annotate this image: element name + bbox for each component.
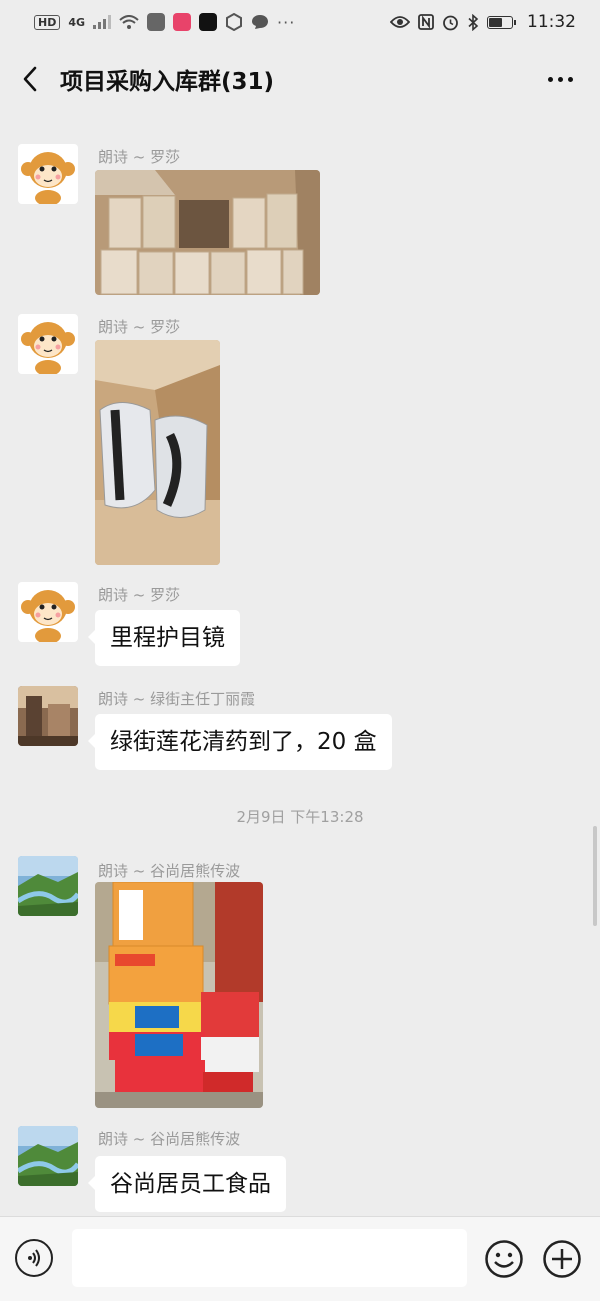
sender-name: 朗诗 ~ 罗莎 bbox=[98, 148, 181, 166]
sender-name: 朗诗 ~ 绿街主任丁丽霞 bbox=[98, 690, 256, 708]
status-bar: HD 4G ··· 11:32 bbox=[0, 0, 600, 44]
scrollbar[interactable] bbox=[593, 826, 597, 926]
time-divider: 2月9日 下午13:28 bbox=[236, 808, 364, 826]
message-bubble[interactable]: 绿街莲花清药到了，20 盒 bbox=[88, 714, 392, 770]
wifi-icon bbox=[119, 14, 139, 29]
landscape-avatar-image bbox=[18, 1126, 78, 1186]
more-options-button[interactable] bbox=[540, 68, 580, 90]
alarm-icon bbox=[443, 15, 458, 30]
signal-icon bbox=[93, 15, 112, 29]
monkey-avatar[interactable] bbox=[18, 582, 78, 642]
food-boxes-photo[interactable] bbox=[95, 882, 263, 1108]
room-photo-avatar[interactable] bbox=[18, 686, 78, 746]
status-left-icons: HD 4G ··· bbox=[34, 13, 295, 32]
battery-level bbox=[489, 17, 503, 27]
message-bubble[interactable]: 谷尚居员工食品 bbox=[88, 1156, 286, 1212]
hexagon-app-icon bbox=[226, 13, 243, 31]
landscape-avatar[interactable] bbox=[18, 1126, 78, 1186]
hd-badge: HD bbox=[34, 14, 61, 30]
app-notification-icon bbox=[147, 13, 166, 31]
monkey-avatar[interactable] bbox=[18, 144, 78, 204]
cartons-image bbox=[95, 170, 320, 295]
sender-name: 朗诗 ~ 罗莎 bbox=[98, 586, 181, 604]
back-button[interactable] bbox=[0, 50, 60, 108]
sender-name: 朗诗 ~ 谷尚居熊传波 bbox=[98, 862, 241, 880]
emoji-button[interactable] bbox=[484, 1239, 524, 1279]
goggles-image bbox=[95, 340, 220, 565]
sender-name: 朗诗 ~ 谷尚居熊传波 bbox=[98, 1130, 241, 1148]
more-dot-icon bbox=[547, 76, 553, 82]
eye-icon bbox=[390, 16, 410, 28]
status-right-icons: 11:32 bbox=[390, 12, 576, 32]
sender-name: 朗诗 ~ 罗莎 bbox=[98, 318, 181, 336]
monkey-avatar-image bbox=[18, 144, 78, 204]
voice-input-button[interactable] bbox=[15, 1239, 53, 1277]
monkey-avatar-image bbox=[18, 582, 78, 642]
goggles-in-box-photo[interactable] bbox=[95, 340, 220, 565]
tiktok-icon bbox=[199, 13, 218, 31]
plus-icon bbox=[543, 1240, 581, 1278]
room-photo-avatar-image bbox=[18, 686, 78, 746]
status-time: 11:32 bbox=[527, 12, 576, 32]
food-boxes-image bbox=[95, 882, 263, 1108]
chat-header: 项目采购入库群(31) bbox=[0, 50, 600, 108]
app-notification-icon bbox=[173, 13, 192, 31]
chat-title: 项目采购入库群(31) bbox=[60, 69, 275, 95]
more-notifications-icon: ··· bbox=[277, 12, 296, 32]
boxes-of-cartons-photo[interactable] bbox=[95, 170, 320, 295]
nfc-icon bbox=[418, 14, 434, 30]
message-input[interactable] bbox=[72, 1229, 467, 1287]
chat-bubble-icon bbox=[252, 15, 269, 29]
landscape-avatar-image bbox=[18, 856, 78, 916]
battery-icon bbox=[487, 15, 516, 29]
landscape-avatar[interactable] bbox=[18, 856, 78, 916]
message-bubble[interactable]: 里程护目镜 bbox=[88, 610, 240, 666]
more-dot-icon bbox=[557, 76, 563, 82]
chat-input-bar bbox=[0, 1216, 600, 1301]
monkey-avatar[interactable] bbox=[18, 314, 78, 374]
more-dot-icon bbox=[567, 76, 573, 82]
monkey-avatar-image bbox=[18, 314, 78, 374]
network-type-label: 4G bbox=[68, 15, 86, 29]
voice-icon bbox=[28, 1249, 40, 1267]
back-arrow-icon bbox=[23, 66, 37, 92]
more-functions-button[interactable] bbox=[542, 1239, 582, 1279]
bluetooth-icon bbox=[468, 13, 479, 31]
emoji-icon bbox=[485, 1240, 523, 1278]
